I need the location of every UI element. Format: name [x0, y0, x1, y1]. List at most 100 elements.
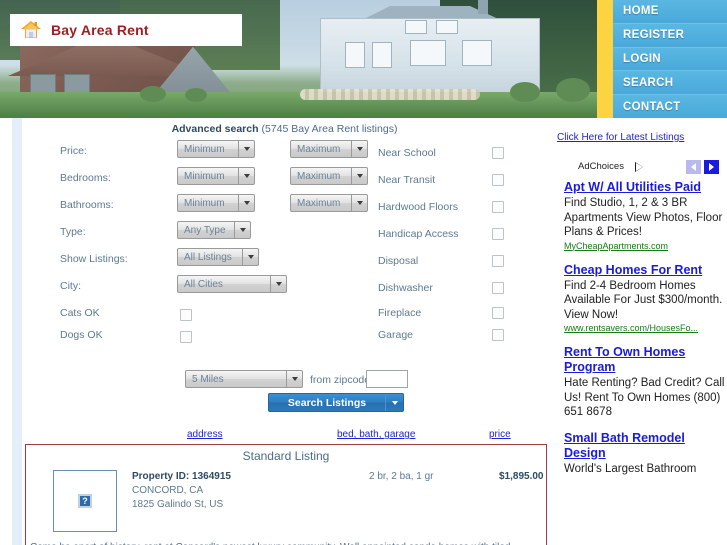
banner-lawn [0, 92, 597, 118]
search-listings-button[interactable]: Search Listings [268, 393, 404, 412]
ad-next-arrow-icon[interactable] [704, 160, 719, 174]
zipcode-row: 5 Miles from zipcode [22, 368, 547, 392]
search-listings-label: Search Listings [287, 396, 367, 409]
ad-body: Find 2-4 Bedroom Homes Available For Jus… [564, 279, 723, 321]
banner-shrub [140, 86, 166, 102]
listing-property-id: Property ID: 1364915 [132, 471, 231, 482]
listing-bed-bath-garage: 2 br, 2 ba, 1 gr [369, 471, 434, 482]
chevron-down-icon [286, 371, 302, 387]
ad-url[interactable]: www.rentsavers.com/HousesFo... [564, 322, 727, 334]
column-header-bed-bath-garage[interactable]: bed, bath, garage [337, 429, 415, 440]
radius-select[interactable]: 5 Miles [185, 370, 303, 388]
ad-item: Apt W/ All Utilities Paid Find Studio, 1… [564, 180, 727, 252]
near-school-checkbox[interactable] [492, 147, 504, 159]
ad-prev-arrow-icon[interactable] [686, 160, 701, 174]
label-disposal: Disposal [378, 255, 419, 267]
radius-value: 5 Miles [192, 373, 224, 385]
label-near-transit: Near Transit [378, 174, 436, 186]
amenity-row-near-transit: Near Transit [22, 169, 547, 196]
listing-section-title: Standard Listing [242, 449, 330, 463]
advanced-search-title: Advanced search [171, 123, 259, 135]
column-header-address[interactable]: address [187, 429, 223, 440]
amenity-row-garage: Garage [22, 324, 547, 351]
site-logo-text: Bay Area Rent [51, 22, 149, 38]
banner-flowerbed [300, 89, 480, 100]
ad-title[interactable]: Apt W/ All Utilities Paid [564, 180, 727, 195]
adchoices-label: AdChoices [578, 161, 624, 172]
ad-body: Find Studio, 1, 2 & 3 BR Apartments View… [564, 197, 723, 238]
advanced-search-heading: Advanced search (5745 Bay Area Rent list… [22, 123, 547, 135]
hardwood-floors-checkbox[interactable] [492, 201, 504, 213]
disposal-checkbox[interactable] [492, 255, 504, 267]
amenity-row-hardwood-floors: Hardwood Floors [22, 196, 547, 223]
broken-image-icon: ? [78, 494, 92, 508]
banner-shrub [510, 82, 540, 102]
listing-description: Come be apart of history, rent at Concor… [30, 541, 542, 545]
nav-item-contact[interactable]: CONTACT [613, 95, 727, 118]
label-hardwood-floors: Hardwood Floors [378, 201, 458, 213]
site-logo[interactable]: Bay Area Rent [10, 14, 242, 46]
right-sidebar: Click Here for Latest Listings AdChoices… [552, 118, 727, 545]
nav-item-search[interactable]: SEARCH [613, 71, 727, 96]
label-dishwasher: Dishwasher [378, 282, 433, 294]
amenity-row-dishwasher: Dishwasher [22, 277, 547, 304]
nav-item-login[interactable]: LOGIN [613, 47, 727, 72]
banner-chimney [478, 0, 488, 14]
label-garage: Garage [378, 329, 414, 341]
listing-street: 1825 Galindo St, US [132, 499, 224, 510]
ad-block: AdChoices Apt W/ All Utilities Paid Find… [564, 160, 727, 476]
adchoices-row: AdChoices [564, 160, 727, 176]
house-icon [20, 19, 42, 41]
ad-body: Hate Renting? Bad Credit? Call Us! Rent … [564, 377, 725, 418]
site-header: Bay Area Rent HOME REGISTER LOGIN SEARCH… [0, 0, 727, 118]
listing-panel: Standard Listing ? Property ID: 1364915 … [25, 444, 547, 545]
ad-divider [564, 420, 727, 427]
zipcode-input[interactable] [366, 370, 408, 388]
banner-shrub [185, 88, 207, 102]
label-fireplace: Fireplace [378, 307, 422, 319]
listing-price: $1,895.00 [499, 471, 544, 482]
ad-item: Cheap Homes For Rent Find 2-4 Bedroom Ho… [564, 263, 727, 335]
fireplace-checkbox[interactable] [492, 307, 504, 319]
banner-window [405, 20, 427, 34]
dishwasher-checkbox[interactable] [492, 282, 504, 294]
handicap-access-checkbox[interactable] [492, 228, 504, 240]
ad-body: World's Largest Bathroom [564, 462, 697, 475]
near-transit-checkbox[interactable] [492, 174, 504, 186]
ad-divider [564, 252, 727, 259]
amenity-row-disposal: Disposal [22, 250, 547, 277]
label-handicap-access: Handicap Access [378, 228, 459, 240]
banner-window [462, 40, 492, 66]
content-left-rail [12, 118, 22, 545]
label-from-zipcode: from zipcode [310, 374, 371, 386]
column-header-price[interactable]: price [489, 429, 511, 440]
banner-window [372, 42, 392, 68]
nav-item-register[interactable]: REGISTER [613, 23, 727, 48]
nav-item-home[interactable]: HOME [613, 0, 727, 24]
main-nav: HOME REGISTER LOGIN SEARCH CONTACT [597, 0, 727, 118]
banner-window [436, 20, 458, 34]
ad-url[interactable]: MyCheapApartments.com [564, 240, 727, 252]
banner-window [410, 40, 446, 66]
adchoices-icon-inner [636, 163, 643, 171]
results-column-headers: address bed, bath, garage price [22, 429, 547, 443]
banner-window [345, 42, 365, 68]
listing-thumbnail[interactable]: ? [53, 470, 117, 532]
latest-listings-link[interactable]: Click Here for Latest Listings [557, 132, 684, 143]
ad-title[interactable]: Rent To Own Homes Program [564, 345, 727, 375]
ad-title[interactable]: Cheap Homes For Rent [564, 263, 727, 278]
ad-item: Rent To Own Homes Program Hate Renting? … [564, 345, 727, 420]
listing-city-state: CONCORD, CA [132, 485, 204, 496]
ad-divider [564, 334, 727, 341]
garage-checkbox[interactable] [492, 329, 504, 341]
page-root: Bay Area Rent HOME REGISTER LOGIN SEARCH… [0, 0, 727, 545]
chevron-down-icon [385, 394, 403, 411]
amenity-row-near-school: Near School [22, 142, 547, 169]
banner-shrub [556, 78, 590, 102]
nav-accent-bar [597, 0, 613, 118]
label-near-school: Near School [378, 147, 436, 159]
main-content: Advanced search (5745 Bay Area Rent list… [22, 118, 547, 545]
ad-title[interactable]: Small Bath Remodel Design [564, 431, 727, 461]
amenity-row-handicap-access: Handicap Access [22, 223, 547, 250]
advanced-search-count: (5745 Bay Area Rent listings) [258, 123, 398, 135]
